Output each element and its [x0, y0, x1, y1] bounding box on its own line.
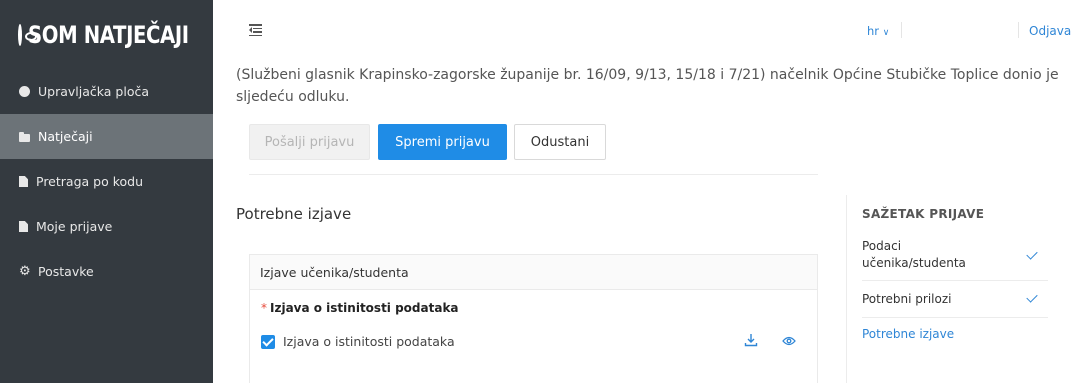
cancel-button[interactable]: Odustani	[514, 124, 606, 160]
sidebar-item-natjecaji[interactable]: Natječaji	[0, 114, 213, 159]
pie-chart-icon	[19, 86, 30, 97]
app-logo[interactable]: SOM NATJEČAJI	[0, 0, 213, 69]
statements-panel: Izjave učenika/studenta * Izjava o istini…	[249, 254, 818, 383]
summary-item-statements[interactable]: Potrebne izjave	[862, 326, 1048, 343]
section-title: Potrebne izjave	[236, 205, 352, 223]
chevron-down-icon: ∨	[882, 28, 890, 38]
divider	[862, 280, 1048, 281]
topbar: hr ∨ Odjava	[213, 0, 1082, 62]
sidebar-item-label: Upravljačka ploča	[38, 84, 149, 99]
gear-icon: ⚙	[19, 264, 31, 279]
save-application-button[interactable]: Spremi prijavu	[378, 124, 507, 160]
send-application-button[interactable]: Pošalji prijavu	[249, 124, 370, 160]
sidebar-item-pretraga-po-kodu[interactable]: Pretraga po kodu	[0, 159, 213, 204]
sidebar-item-postavke[interactable]: ⚙ Postavke	[0, 249, 213, 294]
logo-text: SOM NATJEČAJI	[28, 20, 189, 49]
required-marker: *	[261, 301, 267, 315]
statement-checkbox[interactable]	[261, 334, 275, 349]
divider	[1018, 22, 1019, 38]
required-field-label: * Izjava o istinitosti podataka	[261, 301, 459, 315]
sidebar: SOM NATJEČAJI Upravljačka ploča Natječaj…	[0, 0, 213, 383]
folder-icon	[19, 131, 30, 142]
file-icon	[19, 221, 28, 232]
divider	[249, 174, 818, 175]
summary-item-attachments[interactable]: Potrebni prilozi	[862, 291, 1048, 308]
sidebar-item-upravljacka-ploca[interactable]: Upravljačka ploča	[0, 69, 213, 114]
eye-icon[interactable]	[782, 335, 796, 347]
sidebar-item-label: Pretraga po kodu	[36, 174, 143, 189]
language-select[interactable]: hr ∨	[867, 24, 889, 38]
summary-item-student-data[interactable]: Podaci učenika/studenta	[862, 238, 997, 272]
divider	[862, 317, 1048, 318]
required-field-text: Izjava o istinitosti podataka	[270, 301, 459, 315]
sidebar-item-label: Natječaji	[38, 129, 93, 144]
statement-checkbox-row[interactable]: Izjava o istinitosti podataka	[261, 334, 455, 349]
logo-icon	[18, 23, 37, 46]
language-value: hr	[867, 24, 880, 38]
sidebar-item-moje-prijave[interactable]: Moje prijave	[0, 204, 213, 249]
file-icon	[19, 176, 28, 187]
check-icon	[1026, 248, 1038, 260]
sidebar-item-label: Postavke	[38, 264, 94, 279]
intro-text: (Službeni glasnik Krapinsko-zagorske žup…	[236, 67, 1059, 105]
divider	[901, 22, 902, 38]
panel-header: Izjave učenika/studenta	[250, 255, 817, 290]
download-icon[interactable]	[744, 333, 758, 347]
logout-link[interactable]: Odjava	[1029, 24, 1071, 38]
menu-toggle-icon[interactable]	[249, 24, 262, 36]
summary-title: SAŽETAK PRIJAVE	[862, 207, 985, 221]
statement-checkbox-label: Izjava o istinitosti podataka	[283, 334, 455, 349]
sidebar-item-label: Moje prijave	[36, 219, 113, 234]
application-summary: SAŽETAK PRIJAVE Podaci učenika/studenta …	[846, 195, 1082, 383]
